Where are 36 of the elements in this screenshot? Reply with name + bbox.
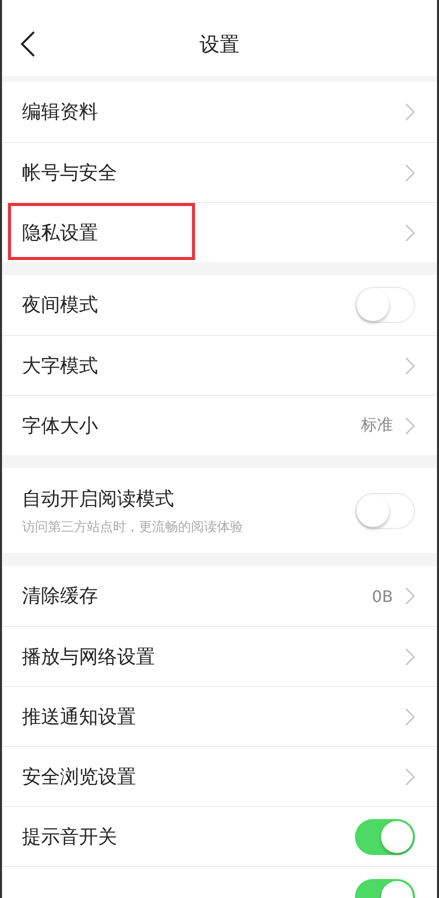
- chevron-icon: [405, 164, 415, 182]
- settings-row[interactable]: 推送通知设置: [2, 686, 437, 746]
- chevron-icon: [405, 356, 415, 374]
- setting-label: 安全浏览设置: [22, 764, 136, 790]
- setting-label: 推送通知设置: [22, 704, 136, 730]
- settings-row[interactable]: 字体大小 标准: [2, 395, 437, 455]
- back-icon[interactable]: [20, 31, 36, 57]
- chevron-icon: [405, 416, 415, 434]
- chevron-icon: [405, 708, 415, 726]
- settings-row[interactable]: 清除缓存 0B: [2, 566, 437, 626]
- setting-label: 播放与网络设置: [22, 644, 155, 670]
- setting-label: 隐私设置: [22, 220, 98, 246]
- settings-row[interactable]: 帐号与安全: [2, 142, 437, 202]
- setting-label: 字体大小: [22, 414, 98, 438]
- setting-label: 提示音开关: [22, 824, 117, 850]
- settings-row[interactable]: 播放与网络设置: [2, 626, 437, 686]
- chevron-icon: [405, 648, 415, 666]
- setting-value: 标准: [361, 415, 393, 436]
- setting-label: 大字模式: [22, 354, 98, 378]
- chevron-icon: [405, 768, 415, 786]
- settings-row[interactable]: 安全浏览设置: [2, 746, 437, 806]
- chevron-icon: [405, 587, 415, 605]
- setting-hint: 访问第三方站点时，更流畅的阅读体验: [22, 518, 244, 536]
- setting-label: 自动开启阅读模式: [22, 486, 175, 512]
- setting-label: 清除缓存: [22, 584, 98, 609]
- setting-label: 帐号与安全: [22, 160, 117, 186]
- page-title: 设置: [198, 30, 240, 58]
- setting-label: 编辑资料: [22, 100, 98, 125]
- settings-row[interactable]: 大字模式: [2, 335, 437, 395]
- setting-value: 0B: [372, 586, 393, 606]
- setting-label: 夜间模式: [22, 293, 98, 318]
- toggle-switch[interactable]: [355, 818, 415, 854]
- settings-row[interactable]: 隐私设置: [2, 202, 437, 262]
- chevron-icon: [405, 224, 415, 242]
- settings-row[interactable]: 编辑资料: [2, 82, 437, 142]
- chevron-icon: [405, 103, 415, 121]
